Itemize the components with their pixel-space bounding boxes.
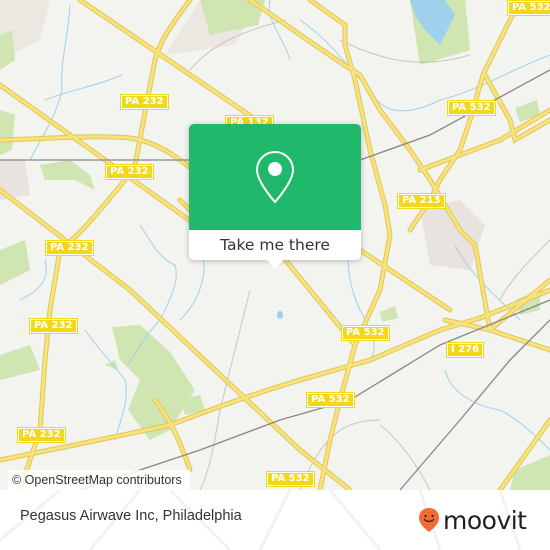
location-pin-icon xyxy=(255,150,295,204)
map-attribution[interactable]: © OpenStreetMap contributors xyxy=(8,470,190,490)
map-view[interactable]: PA 532 PA 232 PA 132 PA 532 PA 232 PA 21… xyxy=(0,0,550,490)
route-shield-pa532: PA 532 xyxy=(306,392,355,408)
route-shield-pa532: PA 532 xyxy=(447,100,496,116)
brand-name: moovit xyxy=(443,505,527,535)
footer-bar: Pegasus Airwave Inc, Philadelphia moovit xyxy=(0,490,550,550)
route-shield-i276: I 276 xyxy=(446,342,485,358)
pond xyxy=(277,311,283,319)
route-shield-pa232: PA 232 xyxy=(29,318,78,334)
route-shield-pa232: PA 232 xyxy=(45,240,94,256)
location-popup[interactable]: Take me there xyxy=(189,124,361,269)
place-name: Pegasus Airwave Inc, Philadelphia xyxy=(20,508,242,524)
moovit-pin-icon xyxy=(419,508,439,532)
route-shield-pa232: PA 232 xyxy=(17,427,66,443)
route-shield-pa232: PA 232 xyxy=(105,164,154,180)
route-shield-pa532: PA 532 xyxy=(507,0,550,16)
route-shield-pa532: PA 532 xyxy=(266,471,315,487)
popup-header[interactable] xyxy=(189,124,361,230)
take-me-there-button[interactable]: Take me there xyxy=(189,230,361,260)
route-shield-pa213: PA 213 xyxy=(397,193,446,209)
route-shield-pa232: PA 232 xyxy=(120,94,169,110)
moovit-logo[interactable]: moovit xyxy=(418,500,527,540)
popup-pointer xyxy=(267,260,283,269)
route-shield-pa532: PA 532 xyxy=(341,325,390,341)
